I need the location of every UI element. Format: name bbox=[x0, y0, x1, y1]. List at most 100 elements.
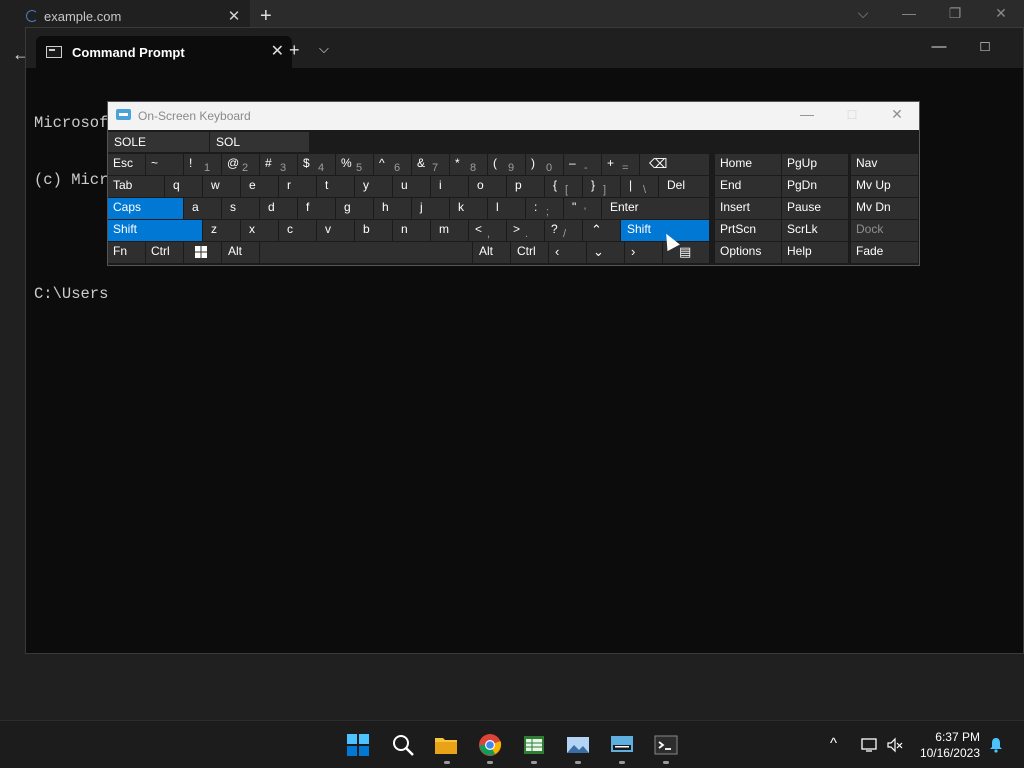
key-alt-right[interactable]: Alt bbox=[473, 242, 511, 263]
prediction-sol[interactable]: SOL bbox=[210, 132, 309, 152]
network-icon[interactable] bbox=[861, 737, 879, 753]
system-clock[interactable]: 6:37 PM 10/16/2023 bbox=[920, 729, 980, 761]
browser-close-button[interactable]: ✕ bbox=[986, 5, 1016, 22]
key-t[interactable]: t bbox=[317, 176, 355, 197]
file-explorer-icon[interactable] bbox=[434, 733, 458, 757]
key-slash[interactable]: ? / bbox=[545, 220, 583, 241]
key-8[interactable]: * 8 bbox=[450, 154, 488, 175]
spreadsheet-app-icon[interactable] bbox=[522, 733, 546, 757]
volume-muted-icon[interactable] bbox=[886, 737, 904, 753]
key-w[interactable]: w bbox=[203, 176, 241, 197]
browser-new-tab-button[interactable]: + bbox=[260, 5, 272, 28]
key-g[interactable]: g bbox=[336, 198, 374, 219]
terminal-app-icon[interactable] bbox=[654, 733, 678, 757]
key-help[interactable]: Help bbox=[782, 242, 849, 263]
key-down-arrow[interactable]: ⌄ bbox=[587, 242, 625, 263]
key-s[interactable]: s bbox=[222, 198, 260, 219]
key-v[interactable]: v bbox=[317, 220, 355, 241]
key-d[interactable]: d bbox=[260, 198, 298, 219]
key-j[interactable]: j bbox=[412, 198, 450, 219]
key-esc[interactable]: Esc bbox=[108, 154, 146, 175]
key-3[interactable]: #3 bbox=[260, 154, 298, 175]
tray-overflow-chevron-icon[interactable]: ^ bbox=[830, 735, 837, 752]
key-home[interactable]: Home bbox=[715, 154, 782, 175]
key-minus[interactable]: – - bbox=[564, 154, 602, 175]
key-1[interactable]: ! 1 bbox=[184, 154, 222, 175]
osk-app-icon[interactable] bbox=[610, 733, 634, 757]
key-fn[interactable]: Fn bbox=[108, 242, 146, 263]
terminal-tab-command-prompt[interactable]: Command Prompt ✕ bbox=[36, 36, 292, 68]
key-r[interactable]: r bbox=[279, 176, 317, 197]
key-tab[interactable]: Tab bbox=[108, 176, 165, 197]
key-caps[interactable]: Caps bbox=[108, 198, 184, 219]
key-space[interactable] bbox=[260, 242, 473, 263]
key-a[interactable]: a bbox=[184, 198, 222, 219]
key-pgdn[interactable]: PgDn bbox=[782, 176, 849, 197]
key-enter[interactable]: Enter bbox=[602, 198, 710, 219]
key-o[interactable]: o bbox=[469, 176, 507, 197]
key-mv-up[interactable]: Mv Up bbox=[851, 176, 919, 197]
key-up-arrow[interactable]: ⌃ bbox=[583, 220, 621, 241]
photos-app-icon[interactable] bbox=[566, 733, 590, 757]
key-end[interactable]: End bbox=[715, 176, 782, 197]
key-k[interactable]: k bbox=[450, 198, 488, 219]
key-fade[interactable]: Fade bbox=[851, 242, 919, 263]
terminal-new-tab-button[interactable]: + bbox=[289, 40, 300, 61]
key-backspace[interactable]: ⌫ bbox=[640, 154, 710, 175]
key-pgup[interactable]: PgUp bbox=[782, 154, 849, 175]
key-nav[interactable]: Nav bbox=[851, 154, 919, 175]
key-insert[interactable]: Insert bbox=[715, 198, 782, 219]
key-c[interactable]: c bbox=[279, 220, 317, 241]
key-2[interactable]: @2 bbox=[222, 154, 260, 175]
chrome-icon[interactable] bbox=[478, 733, 502, 757]
key-tilde[interactable]: ~ bbox=[146, 154, 184, 175]
key-semicolon[interactable]: :; bbox=[526, 198, 564, 219]
key-h[interactable]: h bbox=[374, 198, 412, 219]
key-mv-dn[interactable]: Mv Dn bbox=[851, 198, 919, 219]
browser-tab-close-icon[interactable]: ✕ bbox=[226, 7, 242, 25]
key-quote[interactable]: " ' bbox=[564, 198, 602, 219]
key-f[interactable]: f bbox=[298, 198, 336, 219]
key-9[interactable]: (9 bbox=[488, 154, 526, 175]
osk-close-button[interactable]: ✕ bbox=[877, 106, 917, 123]
key-b[interactable]: b bbox=[355, 220, 393, 241]
key-scrlk[interactable]: ScrLk bbox=[782, 220, 849, 241]
key-windows[interactable] bbox=[184, 242, 222, 263]
key-7[interactable]: & 7 bbox=[412, 154, 450, 175]
browser-restore-button[interactable]: ❐ bbox=[940, 5, 970, 22]
terminal-dropdown-icon[interactable]: ⌵ bbox=[319, 41, 329, 57]
key-right-arrow[interactable]: › bbox=[625, 242, 663, 263]
key-p[interactable]: p bbox=[507, 176, 545, 197]
key-lbracket[interactable]: {[ bbox=[545, 176, 583, 197]
key-pause[interactable]: Pause bbox=[782, 198, 849, 219]
browser-tab-search-button[interactable]: ⌵ bbox=[848, 5, 878, 22]
key-prtscn[interactable]: PrtScn bbox=[715, 220, 782, 241]
key-z[interactable]: z bbox=[203, 220, 241, 241]
prediction-sole[interactable]: SOLE bbox=[108, 132, 209, 152]
key-del[interactable]: Del bbox=[659, 176, 710, 197]
key-x[interactable]: x bbox=[241, 220, 279, 241]
key-ctrl-left[interactable]: Ctrl bbox=[146, 242, 184, 263]
search-icon[interactable] bbox=[391, 733, 415, 757]
key-alt-left[interactable]: Alt bbox=[222, 242, 260, 263]
key-i[interactable]: i bbox=[431, 176, 469, 197]
key-4[interactable]: $4 bbox=[298, 154, 336, 175]
key-ctrl-right[interactable]: Ctrl bbox=[511, 242, 549, 263]
terminal-maximize-button[interactable]: □ bbox=[965, 38, 1005, 55]
key-u[interactable]: u bbox=[393, 176, 431, 197]
key-n[interactable]: n bbox=[393, 220, 431, 241]
terminal-minimize-button[interactable]: — bbox=[919, 38, 959, 55]
key-left-arrow[interactable]: ‹ bbox=[549, 242, 587, 263]
key-0[interactable]: ) 0 bbox=[526, 154, 564, 175]
key-q[interactable]: q bbox=[165, 176, 203, 197]
notification-bell-icon[interactable] bbox=[988, 737, 1004, 753]
key-m[interactable]: m bbox=[431, 220, 469, 241]
start-icon[interactable] bbox=[346, 733, 370, 757]
osk-minimize-button[interactable]: — bbox=[787, 106, 827, 122]
key-6[interactable]: ^ 6 bbox=[374, 154, 412, 175]
key-e[interactable]: e bbox=[241, 176, 279, 197]
terminal-tab-close-icon[interactable]: ✕ bbox=[271, 41, 284, 61]
key-shift-left[interactable]: Shift bbox=[108, 220, 203, 241]
key-5[interactable]: % 5 bbox=[336, 154, 374, 175]
key-equals[interactable]: + = bbox=[602, 154, 640, 175]
